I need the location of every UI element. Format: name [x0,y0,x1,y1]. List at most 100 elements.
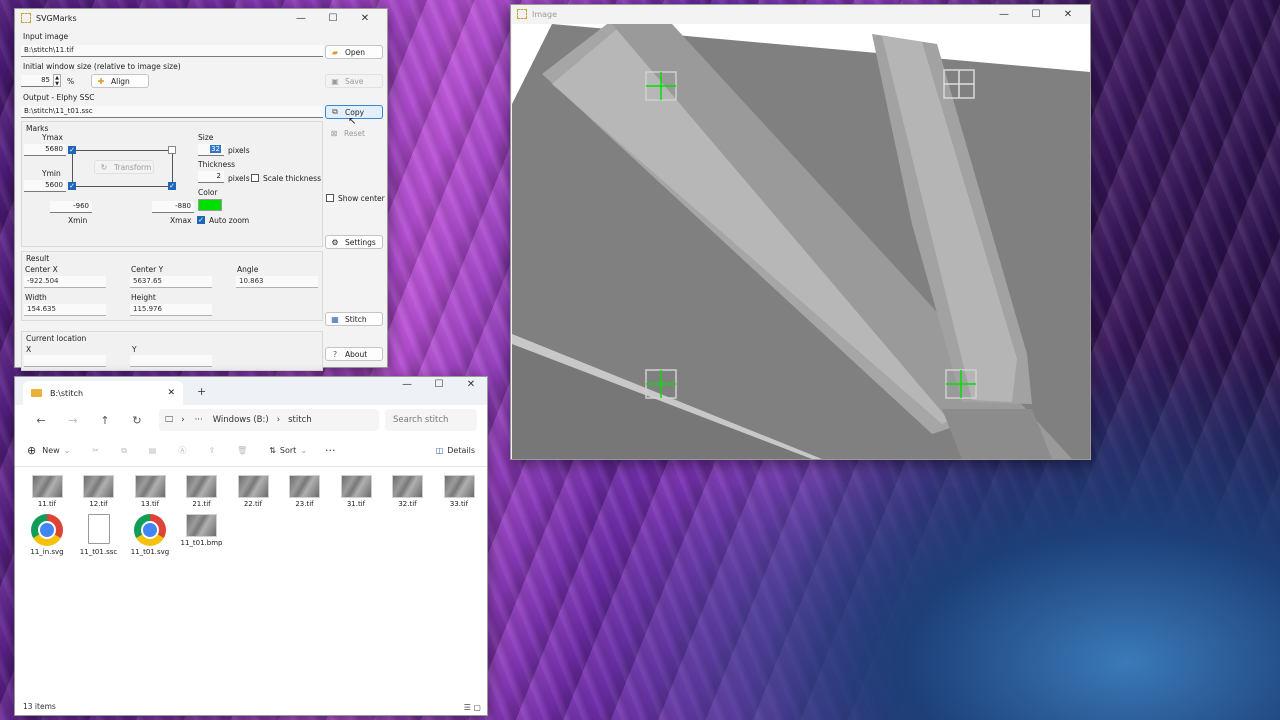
about-button[interactable]: ? About [325,347,383,361]
paste-icon[interactable]: ▤ [149,446,157,455]
image-canvas[interactable] [512,24,1090,459]
delete-icon[interactable]: 🗑 [237,446,247,455]
minimize-icon[interactable]: — [285,13,317,24]
cut-icon[interactable]: ✂ [92,446,99,455]
up-icon[interactable]: ↑ [89,414,121,427]
location-y-field [130,355,212,367]
file-item[interactable]: 22.tif [230,475,276,508]
svgmarks-window: SVGMarks — ☐ ✕ Input image B:\stitch\11.… [14,8,388,371]
file-item[interactable]: 11_t01.svg [127,514,173,556]
new-tab-icon[interactable]: + [197,385,206,398]
close-icon[interactable]: ✕ [349,13,381,24]
minimize-icon[interactable]: — [988,9,1020,20]
sort-button[interactable]: Sort [280,446,296,455]
maximize-icon[interactable]: ☐ [423,379,455,390]
file-item[interactable]: 11_t01.bmp [179,514,225,547]
maximize-icon[interactable]: ☐ [1020,9,1052,20]
init-size-stepper[interactable]: 85 [21,75,53,87]
show-center-label: Show center [338,194,385,203]
tab-close-icon[interactable]: ✕ [167,388,175,398]
percent-label: % [67,77,75,86]
rename-icon[interactable]: Ⓐ [178,445,186,456]
center-y-field: 5637.65 [130,276,212,288]
file-item[interactable]: 11_t01.ssc [76,514,122,556]
xmax-field[interactable]: -880 [152,201,194,213]
document-icon [87,514,110,544]
forward-icon[interactable]: → [57,414,89,427]
color-swatch[interactable] [198,199,222,211]
file-name: 12.tif [89,500,108,508]
new-button[interactable]: New [42,446,59,455]
output-field[interactable]: B:\stitch\11_t01.ssc [21,106,323,118]
location-x-field [24,355,106,367]
size-pixels-label: pixels [228,146,250,155]
file-item[interactable]: 11.tif [24,475,70,508]
auto-zoom-label: Auto zoom [209,216,250,225]
thickness-field[interactable]: 2 [198,171,224,183]
copy-icon[interactable]: ⧉ [121,446,127,456]
explorer-tab[interactable]: B:\stitch ✕ [23,381,183,405]
file-item[interactable]: 32.tif [385,475,431,508]
xmin-handle[interactable]: ✓ [68,182,76,190]
view-toggle-icons[interactable]: ☰ ▢ [464,703,481,712]
details-button[interactable]: Details [447,446,475,455]
image-titlebar[interactable]: Image — ☐ ✕ [511,5,1090,23]
file-item[interactable]: 13.tif [127,475,173,508]
auto-zoom-checkbox[interactable]: ✓ [197,216,205,224]
color-label: Color [198,188,218,197]
file-item[interactable]: 23.tif [282,475,328,508]
breadcrumb-folder[interactable]: stitch [288,415,312,425]
open-button[interactable]: ▰ Open [325,45,383,59]
svgmarks-titlebar[interactable]: SVGMarks — ☐ ✕ [15,9,387,27]
file-name: 21.tif [192,500,211,508]
file-name: 11_t01.svg [130,548,170,556]
show-center-checkbox[interactable] [326,194,334,202]
close-icon[interactable]: ✕ [1052,9,1084,20]
file-name: 22.tif [243,500,263,508]
xmin-field[interactable]: -960 [50,201,92,213]
image-thumbnail [340,475,372,498]
more-options-icon[interactable]: ··· [325,444,336,457]
new-plus-icon[interactable]: ⊕ [27,444,36,457]
share-icon[interactable]: ⇪ [208,446,215,455]
xmax-handle[interactable]: ✓ [168,182,176,190]
ymax-field[interactable]: 5680 [24,144,66,156]
file-name: 11_t01.ssc [79,548,118,556]
back-icon[interactable]: ← [25,414,57,427]
ymax-handle[interactable]: ✓ [68,146,76,154]
ymin-field[interactable]: 5600 [24,180,66,192]
save-button[interactable]: ▣ Save [325,74,383,88]
align-button[interactable]: ✚ Align [91,74,149,88]
stitch-button[interactable]: ▦ Stitch [325,312,383,326]
file-item[interactable]: 31.tif [333,475,379,508]
settings-label: Settings [345,237,376,247]
image-thumbnail [186,514,217,537]
search-input[interactable]: Search stitch [385,409,477,431]
stepper-arrows-icon[interactable]: ▲ ▼ [53,74,61,87]
breadcrumb[interactable]: 🖵 › ··· Windows (B:) › stitch [159,409,379,431]
top-right-handle[interactable] [168,146,176,154]
file-item[interactable]: 12.tif [76,475,122,508]
file-item[interactable]: 33.tif [436,475,482,508]
window-title: SVGMarks [36,13,77,23]
minimize-icon[interactable]: — [391,379,423,390]
file-item[interactable]: 21.tif [179,475,225,508]
thickness-label: Thickness [198,160,236,169]
more-dots-icon[interactable]: ··· [195,415,203,425]
maximize-icon[interactable]: ☐ [317,13,349,24]
scale-thickness-checkbox[interactable] [251,174,259,182]
sort-icon: ⇅ [269,446,276,455]
sem-image[interactable] [512,24,1090,459]
reset-button[interactable]: ⊠ Reset [325,126,383,140]
settings-button[interactable]: ⚙ Settings [325,235,383,249]
refresh-icon[interactable]: ↻ [121,414,153,427]
result-label: Result [26,254,50,263]
align-icon: ✚ [97,76,105,86]
input-image-field[interactable]: B:\stitch\11.tif [21,45,323,57]
close-icon[interactable]: ✕ [455,379,487,390]
breadcrumb-drive[interactable]: Windows (B:) [213,415,269,425]
bottom-edge [76,186,168,187]
file-item[interactable]: 11_in.svg [24,514,70,556]
size-field[interactable]: 32 [198,144,224,156]
transform-button[interactable]: ↻ Transform [94,160,154,174]
